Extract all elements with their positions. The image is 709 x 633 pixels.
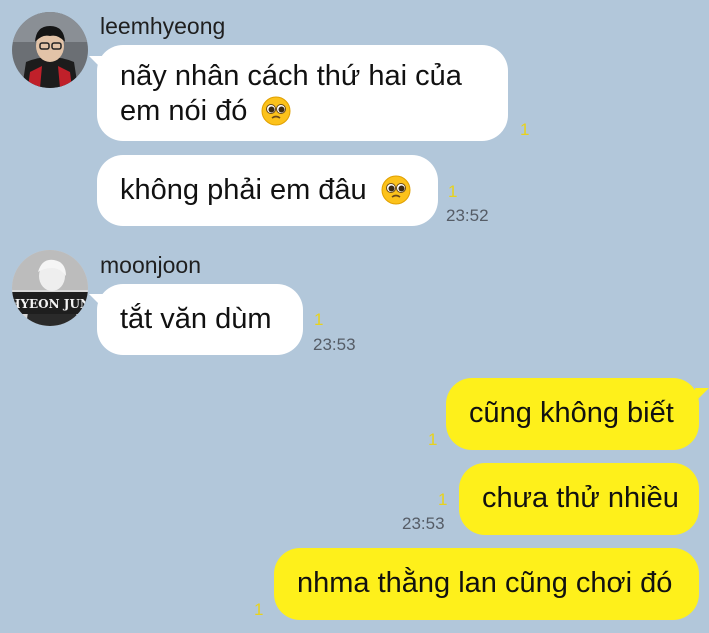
message-text: tắt văn dùm <box>120 303 272 335</box>
unread-count: 1 <box>448 182 458 201</box>
avatar-photo: HYEON JUN <box>12 250 88 326</box>
message-bubble-outgoing[interactable]: chưa thử nhiều <box>459 463 699 535</box>
message-bubble-outgoing[interactable]: cũng không biết <box>446 378 699 450</box>
bubble-tail <box>695 388 709 402</box>
timestamp: 23:53 <box>402 514 445 533</box>
pleading-face-emoji-icon <box>261 96 291 135</box>
unread-count: 1 <box>438 490 448 509</box>
unread-count: 1 <box>428 430 438 449</box>
message-text: cũng không biết <box>469 397 674 429</box>
message-text: em nói đó <box>120 95 248 127</box>
avatar-caption: HYEON JUN <box>12 297 88 311</box>
message-text: nhma thằng lan cũng chơi đó <box>297 567 673 599</box>
bubble-tail <box>89 294 103 308</box>
message-bubble-incoming[interactable]: tắt văn dùm <box>97 284 303 355</box>
message-text: nãy nhân cách thứ hai của <box>120 60 462 92</box>
sender-name: moonjoon <box>100 252 202 278</box>
message-bubble-incoming[interactable]: nãy nhân cách thứ hai của em nói đó <box>97 45 508 141</box>
avatar-leemhyeong[interactable] <box>12 12 88 88</box>
bubble-tail <box>89 56 103 70</box>
avatar-photo <box>12 12 88 88</box>
unread-count: 1 <box>254 600 264 619</box>
avatar-moonjoon[interactable]: HYEON JUN <box>12 250 88 326</box>
timestamp: 23:52 <box>446 206 489 225</box>
pleading-face-emoji-icon <box>381 175 411 214</box>
message-text: chưa thử nhiều <box>482 482 679 514</box>
sender-name: leemhyeong <box>100 13 226 39</box>
message-bubble-outgoing[interactable]: nhma thằng lan cũng chơi đó <box>274 548 699 620</box>
message-text: không phải em đâu <box>120 174 367 206</box>
message-bubble-incoming[interactable]: không phải em đâu <box>97 155 438 226</box>
timestamp: 23:53 <box>313 335 356 354</box>
unread-count: 1 <box>314 310 324 329</box>
unread-count: 1 <box>520 120 530 139</box>
